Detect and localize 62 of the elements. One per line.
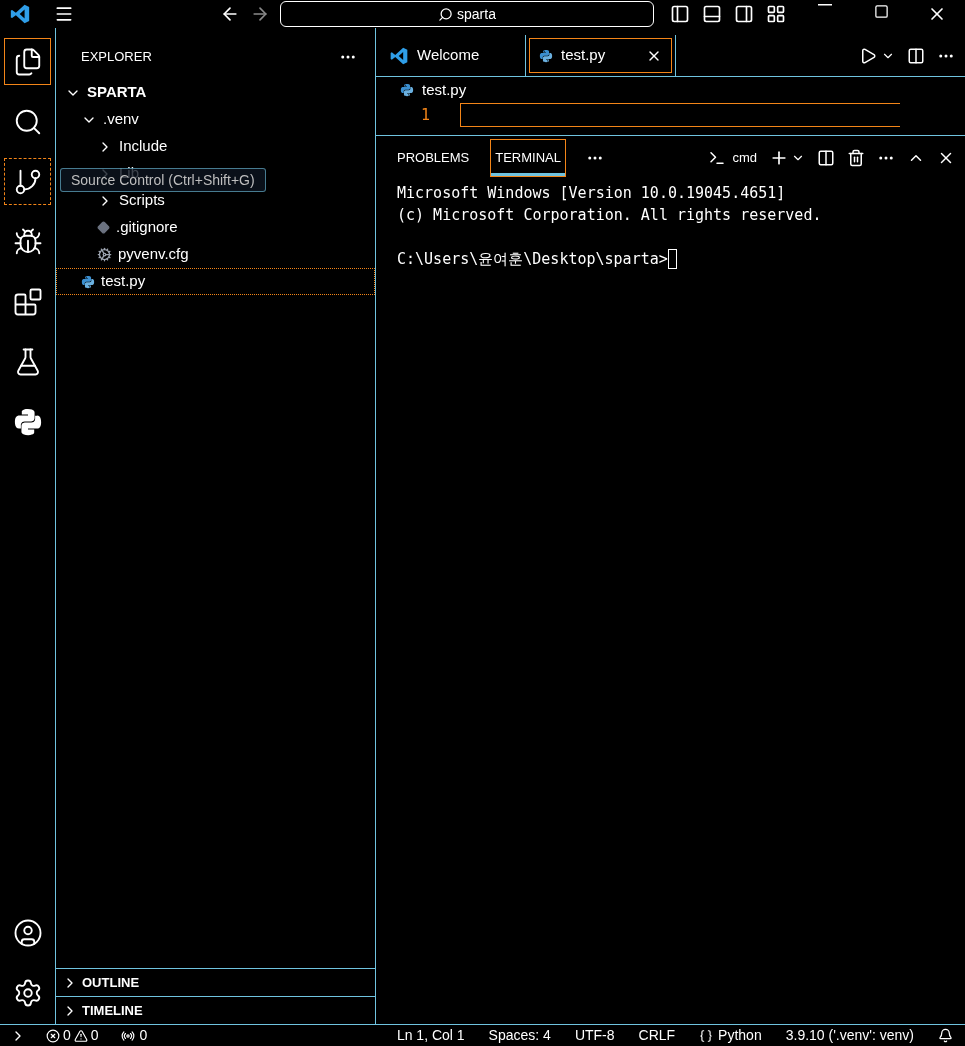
minimize-icon <box>818 4 832 6</box>
braces-icon <box>699 1028 714 1043</box>
trash-icon[interactable] <box>847 149 865 167</box>
line-number: 1 <box>419 104 430 126</box>
diamond-icon <box>97 221 110 234</box>
terminal-icon <box>708 149 727 167</box>
run-icon[interactable] <box>859 46 877 65</box>
maximize-icon <box>873 4 889 19</box>
search-text: sparta <box>457 4 496 24</box>
section-header[interactable]: TIMELINE <box>56 996 375 1024</box>
status-item[interactable]: UTF-8 <box>574 1025 615 1046</box>
warning-icon <box>73 1028 88 1043</box>
terminal-line: Microsoft Windows [Version 10.0.19045.4651] <box>397 183 787 204</box>
tree-item[interactable]: .venv <box>56 106 375 133</box>
python-file-icon <box>539 48 553 63</box>
toggle-panel-icon[interactable] <box>702 4 722 24</box>
error-icon <box>46 1028 60 1043</box>
layout-icon[interactable] <box>766 4 786 24</box>
language-status[interactable]: Python <box>699 1025 762 1046</box>
panel-tab[interactable]: PROBLEMS <box>392 139 475 177</box>
tree-item[interactable]: test.py <box>56 268 375 295</box>
activity-bar-item[interactable] <box>4 38 51 85</box>
tree-item[interactable]: SPARTA <box>56 79 375 106</box>
gear-icon <box>97 247 112 262</box>
sidebar-title: EXPLORER <box>81 48 152 67</box>
tree-item[interactable]: Scripts <box>56 187 375 214</box>
panel-tab[interactable]: TERMINAL <box>490 139 566 177</box>
editor-tab[interactable]: test.py <box>529 38 672 73</box>
tree-item[interactable]: .gitignore <box>56 214 375 241</box>
search-icon <box>438 6 454 22</box>
terminal-profile-button[interactable]: cmd <box>708 148 757 168</box>
terminal-prompt: C:\Users\윤여훈\Desktop\sparta> <box>397 249 668 270</box>
editor-tab[interactable]: Welcome <box>379 38 522 73</box>
menu-icon <box>54 4 74 24</box>
tree-item[interactable]: pyvenv.cfg <box>56 241 375 268</box>
python-logo-icon <box>12 406 43 437</box>
status-item[interactable]: Spaces: 4 <box>488 1025 551 1046</box>
command-search-field[interactable]: sparta <box>280 1 654 27</box>
toggle-sidebar-icon[interactable] <box>670 4 690 24</box>
problems-status[interactable]: 0 0 <box>46 1025 99 1046</box>
status-item[interactable]: CRLF <box>638 1025 676 1046</box>
split-editor-icon[interactable] <box>907 46 925 65</box>
antenna-icon <box>120 1028 135 1043</box>
interpreter-status[interactable]: 3.9.10 ('.venv': venv) <box>785 1025 914 1046</box>
breadcrumb[interactable]: test.py <box>422 78 467 102</box>
terminal-line: (c) Microsoft Corporation. All rights reserved. <box>397 205 823 226</box>
tree-item[interactable]: Include <box>56 133 375 160</box>
ports-status[interactable]: 0 <box>120 1025 148 1046</box>
extensions-icon <box>12 286 43 317</box>
python-file-icon <box>81 274 95 289</box>
account-icon <box>12 917 43 948</box>
terminal-cursor <box>667 249 677 269</box>
app-logo-icon <box>9 3 31 25</box>
run-debug-icon <box>12 226 43 257</box>
split-terminal-icon[interactable] <box>817 149 835 167</box>
python-file-icon <box>400 83 414 97</box>
app-logo-icon <box>389 45 409 66</box>
activity-bar-item[interactable] <box>4 158 51 205</box>
toggle-secondary-sidebar-icon[interactable] <box>734 4 754 24</box>
notification-icon[interactable] <box>938 1028 953 1043</box>
status-item[interactable]: Ln 1, Col 1 <box>396 1025 465 1046</box>
section-header[interactable]: OUTLINE <box>56 968 375 996</box>
